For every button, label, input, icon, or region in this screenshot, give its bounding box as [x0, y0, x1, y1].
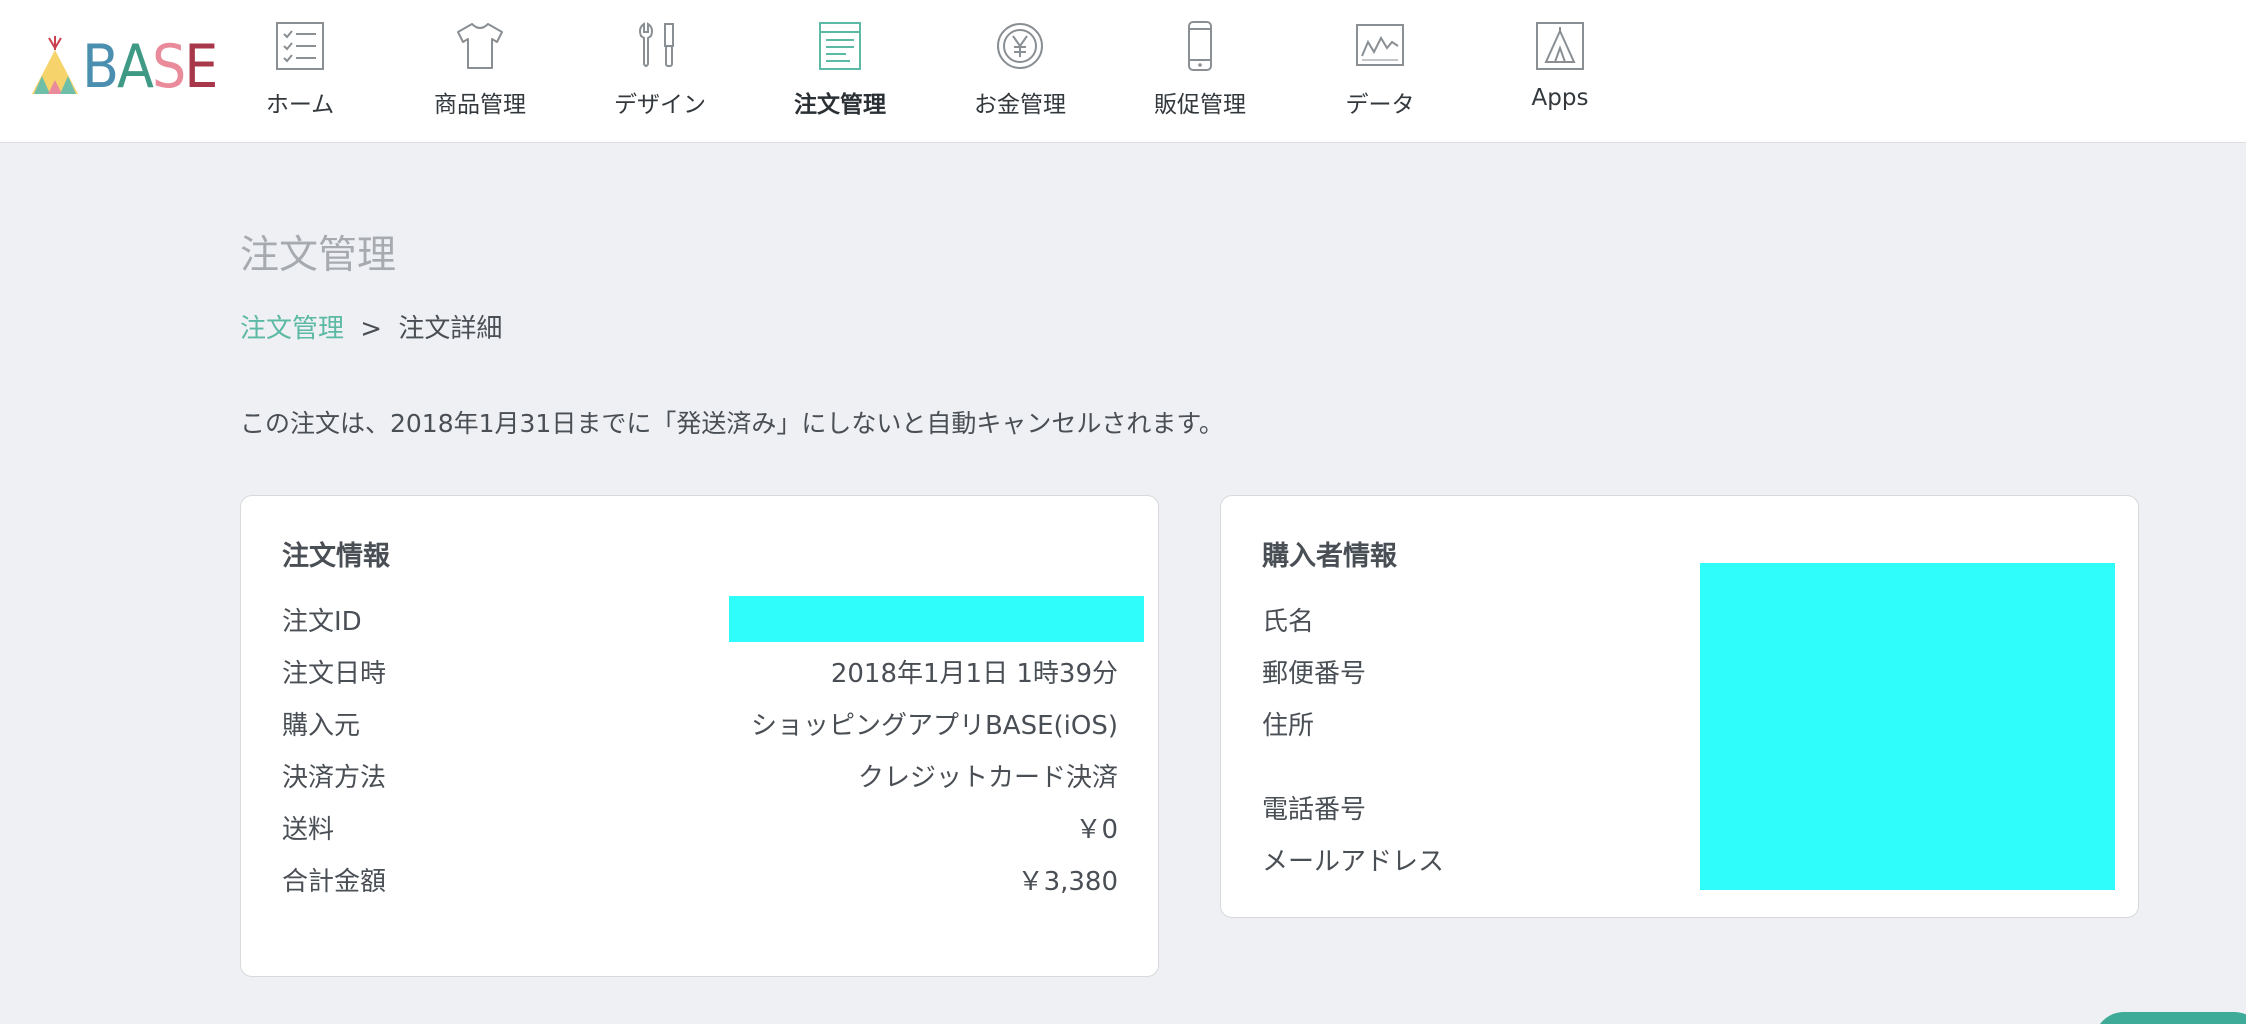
shipping-fee-label: 送料 [282, 815, 335, 845]
email-label: メールアドレス [1262, 847, 1445, 877]
floating-help-button[interactable] [2094, 1012, 2246, 1024]
order-date-label: 注文日時 [282, 659, 387, 689]
breadcrumb-link-orders[interactable]: 注文管理 [240, 314, 344, 344]
nav-item-orders[interactable]: 注文管理 [750, 0, 930, 143]
shipping-fee-value: ￥0 [1075, 815, 1118, 845]
nav-label: データ [1345, 92, 1415, 118]
buyer-name-label: 氏名 [1262, 607, 1315, 637]
order-info-card: 注文情報 注文ID 注文日時 2018年1月1日 1時39分 購入元 ショッピン… [240, 495, 1159, 977]
yen-coin-icon [997, 23, 1043, 69]
checklist-icon [276, 22, 324, 70]
nav-label: お金管理 [974, 92, 1066, 118]
main-nav: ホーム 商品管理 デザイン 注文管理 お金管理 販促管理 データ Apps [210, 0, 1650, 143]
nav-label: 販促管理 [1154, 92, 1246, 118]
nav-item-data[interactable]: データ [1290, 0, 1470, 143]
smartphone-icon [1188, 21, 1212, 71]
tent-logo-icon [32, 36, 78, 94]
card-title: 注文情報 [282, 541, 390, 572]
tshirt-icon [457, 23, 503, 69]
nav-item-products[interactable]: 商品管理 [390, 0, 570, 143]
page-title: 注文管理 [240, 233, 397, 278]
order-document-icon [819, 22, 861, 70]
nav-item-money[interactable]: お金管理 [930, 0, 1110, 143]
redacted-order-id [729, 596, 1144, 642]
nav-item-home[interactable]: ホーム [210, 0, 390, 143]
payment-method-label: 決済方法 [282, 763, 387, 793]
phone-label: 電話番号 [1262, 795, 1367, 825]
address-label: 住所 [1262, 711, 1315, 741]
apps-tent-icon [1536, 22, 1584, 70]
purchase-source-value: ショッピングアプリBASE(iOS) [750, 711, 1118, 741]
total-amount-value: ￥3,380 [1017, 867, 1118, 897]
breadcrumb-separator: > [360, 314, 383, 344]
nav-label: 商品管理 [434, 92, 526, 118]
nav-label: ホーム [265, 92, 335, 118]
tools-icon [639, 22, 674, 67]
purchase-source-label: 購入元 [282, 711, 361, 741]
auto-cancel-notice: この注文は、2018年1月31日までに「発送済み」にしないと自動キャンセルされま… [240, 409, 1224, 438]
order-date-value: 2018年1月1日 1時39分 [830, 659, 1118, 689]
breadcrumb: 注文管理 > 注文詳細 [240, 308, 502, 345]
nav-label: デザイン [614, 92, 706, 118]
nav-item-apps[interactable]: Apps [1470, 0, 1650, 143]
card-title: 購入者情報 [1262, 541, 1397, 572]
base-logo[interactable]: BASE [30, 36, 218, 98]
logo-text: BASE [82, 32, 218, 102]
nav-item-design[interactable]: デザイン [570, 0, 750, 143]
top-header: BASE ホーム 商品管理 デザイン 注文管理 お金管理 販促管理 データ Ap… [0, 0, 2246, 143]
buyer-info-card: 購入者情報 氏名 郵便番号 住所 電話番号 メールアドレス [1220, 495, 2139, 918]
postal-code-label: 郵便番号 [1262, 659, 1367, 689]
payment-method-value: クレジットカード決済 [857, 763, 1118, 793]
order-id-label: 注文ID [282, 607, 362, 637]
chart-icon [1356, 24, 1404, 66]
nav-item-promotion[interactable]: 販促管理 [1110, 0, 1290, 143]
breadcrumb-current: 注文詳細 [398, 314, 503, 344]
total-amount-label: 合計金額 [282, 867, 387, 897]
nav-label: 注文管理 [794, 92, 886, 118]
redacted-buyer-details [1700, 563, 2115, 890]
nav-label: Apps [1531, 85, 1589, 111]
